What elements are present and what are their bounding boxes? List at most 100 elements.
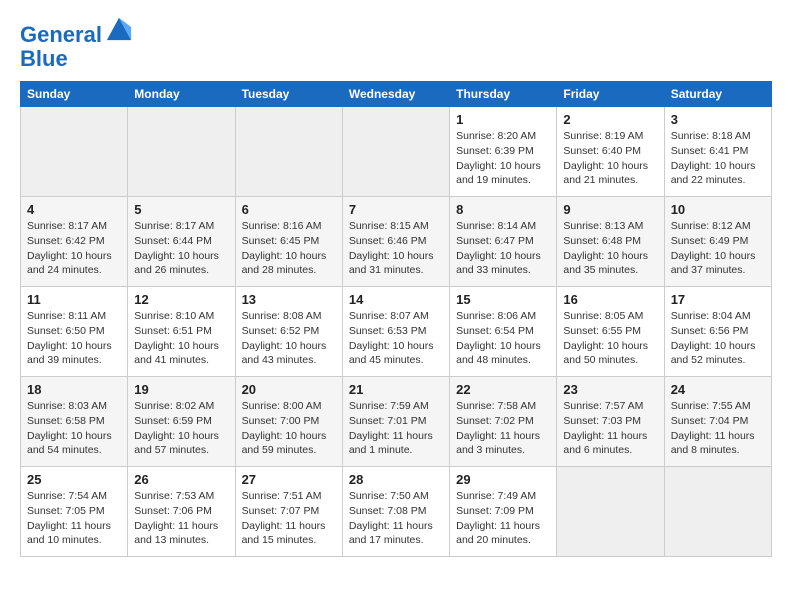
calendar-cell: 1 Sunrise: 8:20 AM Sunset: 6:39 PM Daylig… (450, 107, 557, 197)
calendar-cell: 14 Sunrise: 8:07 AM Sunset: 6:53 PM Dayli… (342, 287, 449, 377)
cell-day-number: 27 (242, 472, 336, 487)
calendar-cell (21, 107, 128, 197)
cell-day-number: 11 (27, 292, 121, 307)
day-of-week-header: Sunday (21, 82, 128, 107)
calendar-week-row: 11 Sunrise: 8:11 AM Sunset: 6:50 PM Dayli… (21, 287, 772, 377)
cell-day-number: 25 (27, 472, 121, 487)
calendar-cell (235, 107, 342, 197)
cell-info-text: Sunrise: 7:50 AM Sunset: 7:08 PM Dayligh… (349, 489, 443, 548)
calendar-cell (342, 107, 449, 197)
cell-day-number: 10 (671, 202, 765, 217)
calendar-cell: 20 Sunrise: 8:00 AM Sunset: 7:00 PM Dayli… (235, 377, 342, 467)
logo: General Blue (20, 20, 133, 71)
cell-info-text: Sunrise: 7:49 AM Sunset: 7:09 PM Dayligh… (456, 489, 550, 548)
cell-day-number: 16 (563, 292, 657, 307)
cell-info-text: Sunrise: 7:58 AM Sunset: 7:02 PM Dayligh… (456, 399, 550, 458)
cell-day-number: 20 (242, 382, 336, 397)
day-of-week-header: Friday (557, 82, 664, 107)
calendar-cell: 12Sunrise: 8:10 AM Sunset: 6:51 PM Dayli… (128, 287, 235, 377)
cell-info-text: Sunrise: 8:11 AM Sunset: 6:50 PM Dayligh… (27, 309, 121, 368)
cell-day-number: 19 (134, 382, 228, 397)
calendar-cell: 22 Sunrise: 7:58 AM Sunset: 7:02 PM Dayli… (450, 377, 557, 467)
cell-day-number: 26 (134, 472, 228, 487)
calendar-body: 1 Sunrise: 8:20 AM Sunset: 6:39 PM Daylig… (21, 107, 772, 557)
calendar-cell: 10 Sunrise: 8:12 AM Sunset: 6:49 PM Dayli… (664, 197, 771, 287)
cell-day-number: 22 (456, 382, 550, 397)
cell-day-number: 8 (456, 202, 550, 217)
day-of-week-header: Monday (128, 82, 235, 107)
calendar-cell: 2Sunrise: 8:19 AM Sunset: 6:40 PM Daylig… (557, 107, 664, 197)
cell-info-text: Sunrise: 7:55 AM Sunset: 7:04 PM Dayligh… (671, 399, 765, 458)
calendar-cell: 9 Sunrise: 8:13 AM Sunset: 6:48 PM Daylig… (557, 197, 664, 287)
cell-info-text: Sunrise: 7:51 AM Sunset: 7:07 PM Dayligh… (242, 489, 336, 548)
day-of-week-header: Wednesday (342, 82, 449, 107)
calendar-cell: 18 Sunrise: 8:03 AM Sunset: 6:58 PM Dayli… (21, 377, 128, 467)
cell-info-text: Sunrise: 8:08 AM Sunset: 6:52 PM Dayligh… (242, 309, 336, 368)
cell-info-text: Sunrise: 7:53 AM Sunset: 7:06 PM Dayligh… (134, 489, 228, 548)
cell-day-number: 18 (27, 382, 121, 397)
page-header: General Blue (20, 16, 772, 71)
calendar-week-row: 1 Sunrise: 8:20 AM Sunset: 6:39 PM Daylig… (21, 107, 772, 197)
calendar-cell: 8 Sunrise: 8:14 AM Sunset: 6:47 PM Daylig… (450, 197, 557, 287)
cell-day-number: 29 (456, 472, 550, 487)
cell-info-text: Sunrise: 8:07 AM Sunset: 6:53 PM Dayligh… (349, 309, 443, 368)
cell-info-text: Sunrise: 8:16 AM Sunset: 6:45 PM Dayligh… (242, 219, 336, 278)
cell-day-number: 7 (349, 202, 443, 217)
calendar-cell: 13 Sunrise: 8:08 AM Sunset: 6:52 PM Dayli… (235, 287, 342, 377)
cell-day-number: 1 (456, 112, 550, 127)
cell-info-text: Sunrise: 8:00 AM Sunset: 7:00 PM Dayligh… (242, 399, 336, 458)
cell-info-text: Sunrise: 8:03 AM Sunset: 6:58 PM Dayligh… (27, 399, 121, 458)
cell-info-text: Sunrise: 8:12 AM Sunset: 6:49 PM Dayligh… (671, 219, 765, 278)
calendar-cell (128, 107, 235, 197)
calendar-cell: 21 Sunrise: 7:59 AM Sunset: 7:01 PM Dayli… (342, 377, 449, 467)
cell-day-number: 28 (349, 472, 443, 487)
cell-info-text: Sunrise: 7:57 AM Sunset: 7:03 PM Dayligh… (563, 399, 657, 458)
calendar-week-row: 25 Sunrise: 7:54 AM Sunset: 7:05 PM Dayli… (21, 467, 772, 557)
cell-info-text: Sunrise: 7:54 AM Sunset: 7:05 PM Dayligh… (27, 489, 121, 548)
calendar-cell: 4 Sunrise: 8:17 AM Sunset: 6:42 PM Daylig… (21, 197, 128, 287)
calendar-cell: 5 Sunrise: 8:17 AM Sunset: 6:44 PM Daylig… (128, 197, 235, 287)
cell-info-text: Sunrise: 8:02 AM Sunset: 6:59 PM Dayligh… (134, 399, 228, 458)
cell-info-text: Sunrise: 8:20 AM Sunset: 6:39 PM Dayligh… (456, 129, 550, 188)
cell-day-number: 23 (563, 382, 657, 397)
calendar-header: SundayMondayTuesdayWednesdayThursdayFrid… (21, 82, 772, 107)
calendar-cell: 3 Sunrise: 8:18 AM Sunset: 6:41 PM Daylig… (664, 107, 771, 197)
cell-day-number: 5 (134, 202, 228, 217)
cell-day-number: 13 (242, 292, 336, 307)
calendar-cell: 19 Sunrise: 8:02 AM Sunset: 6:59 PM Dayli… (128, 377, 235, 467)
cell-day-number: 21 (349, 382, 443, 397)
cell-info-text: Sunrise: 8:04 AM Sunset: 6:56 PM Dayligh… (671, 309, 765, 368)
calendar-week-row: 18 Sunrise: 8:03 AM Sunset: 6:58 PM Dayli… (21, 377, 772, 467)
cell-day-number: 4 (27, 202, 121, 217)
calendar-cell: 15 Sunrise: 8:06 AM Sunset: 6:54 PM Dayli… (450, 287, 557, 377)
cell-info-text: Sunrise: 8:14 AM Sunset: 6:47 PM Dayligh… (456, 219, 550, 278)
calendar-table: SundayMondayTuesdayWednesdayThursdayFrid… (20, 81, 772, 557)
cell-info-text: Sunrise: 8:10 AM Sunset: 6:51 PM Dayligh… (134, 309, 228, 368)
cell-info-text: Sunrise: 8:15 AM Sunset: 6:46 PM Dayligh… (349, 219, 443, 278)
logo-blue: Blue (20, 47, 133, 71)
cell-day-number: 15 (456, 292, 550, 307)
cell-day-number: 17 (671, 292, 765, 307)
cell-day-number: 14 (349, 292, 443, 307)
calendar-cell (557, 467, 664, 557)
calendar-cell: 6Sunrise: 8:16 AM Sunset: 6:45 PM Daylig… (235, 197, 342, 287)
calendar-cell: 23 Sunrise: 7:57 AM Sunset: 7:03 PM Dayli… (557, 377, 664, 467)
calendar-cell: 25 Sunrise: 7:54 AM Sunset: 7:05 PM Dayli… (21, 467, 128, 557)
logo-text: General (20, 20, 133, 47)
cell-day-number: 9 (563, 202, 657, 217)
cell-info-text: Sunrise: 8:05 AM Sunset: 6:55 PM Dayligh… (563, 309, 657, 368)
cell-info-text: Sunrise: 7:59 AM Sunset: 7:01 PM Dayligh… (349, 399, 443, 458)
calendar-cell: 28 Sunrise: 7:50 AM Sunset: 7:08 PM Dayli… (342, 467, 449, 557)
cell-info-text: Sunrise: 8:06 AM Sunset: 6:54 PM Dayligh… (456, 309, 550, 368)
day-of-week-header: Tuesday (235, 82, 342, 107)
day-of-week-header: Saturday (664, 82, 771, 107)
day-of-week-header: Thursday (450, 82, 557, 107)
logo-general: General (20, 22, 102, 47)
days-of-week-row: SundayMondayTuesdayWednesdayThursdayFrid… (21, 82, 772, 107)
cell-info-text: Sunrise: 8:18 AM Sunset: 6:41 PM Dayligh… (671, 129, 765, 188)
cell-info-text: Sunrise: 8:13 AM Sunset: 6:48 PM Dayligh… (563, 219, 657, 278)
cell-info-text: Sunrise: 8:17 AM Sunset: 6:42 PM Dayligh… (27, 219, 121, 278)
calendar-cell: 11 Sunrise: 8:11 AM Sunset: 6:50 PM Dayli… (21, 287, 128, 377)
cell-day-number: 3 (671, 112, 765, 127)
cell-info-text: Sunrise: 8:17 AM Sunset: 6:44 PM Dayligh… (134, 219, 228, 278)
